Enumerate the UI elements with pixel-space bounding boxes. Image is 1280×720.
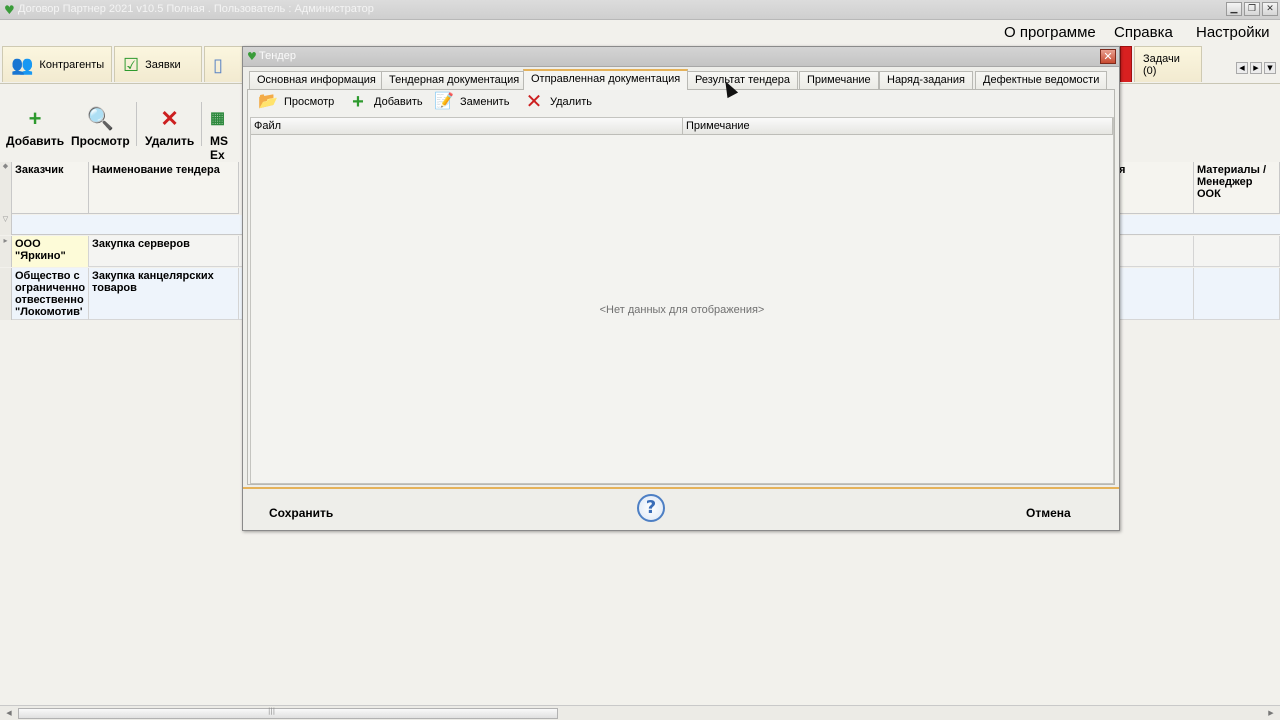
scroll-left-icon[interactable]: ◀ [2, 708, 16, 719]
tab-main-info[interactable]: Основная информация [249, 71, 384, 89]
replace-file-label: Заменить [460, 96, 510, 108]
delete-button[interactable]: ✕ Удалить [145, 106, 194, 148]
menu-settings[interactable]: Настройки [1196, 24, 1270, 41]
cell-materials [1194, 268, 1280, 320]
toolbar-separator [201, 102, 202, 146]
cancel-button[interactable]: Отмена [1026, 506, 1071, 520]
delete-x-icon: ✕ [160, 106, 179, 131]
module-tab-contractors[interactable]: 👥 Контрагенты [2, 46, 112, 82]
dialog-footer: Сохранить ? Отмена [243, 487, 1119, 530]
document-edit-icon: 📝 [434, 93, 454, 110]
tender-dialog: ♥ Тендер ✕ Основная информация Тендерная… [242, 46, 1120, 531]
module-tab-tasks[interactable]: Задачи (0) [1134, 46, 1202, 82]
scroll-right-icon[interactable]: ▶ [1264, 708, 1278, 719]
help-icon[interactable]: ? [637, 494, 665, 522]
cell-customer: Общество с ограниченно отвественно "Локо… [12, 268, 89, 320]
tab-tender-docs[interactable]: Тендерная документация [381, 71, 528, 89]
cell-partial [1116, 236, 1194, 267]
checklist-icon: ☑ [123, 54, 140, 75]
column-header-customer[interactable]: Заказчик [12, 162, 89, 214]
tab-panel-sent-docs: 📂 Просмотр + Добавить 📝 Заменить ✕ Удали… [247, 89, 1115, 485]
column-header-tender-name[interactable]: Наименование тендера [89, 162, 239, 214]
view-button[interactable]: 🔍 Просмотр [71, 106, 130, 148]
menu-about[interactable]: О программе [1004, 24, 1096, 41]
dialog-close-icon[interactable]: ✕ [1100, 49, 1116, 64]
add-file-button[interactable]: + Добавить [348, 91, 423, 113]
window-title: Договор Партнер 2021 v10.5 Полная . Поль… [18, 3, 374, 15]
excel-icon: ▦ [210, 110, 226, 127]
horizontal-scrollbar[interactable]: ◀ ||| ▶ [0, 705, 1280, 720]
row-indicator-icon: ▸ [0, 236, 12, 267]
excel-button-label: MS Ex [210, 134, 228, 162]
grid-corner: ◆ [0, 162, 12, 215]
document-icon: ▯ [213, 54, 223, 75]
people-icon: 👥 [11, 54, 34, 75]
view-file-button[interactable]: 📂 Просмотр [258, 94, 334, 110]
view-file-label: Просмотр [284, 96, 335, 108]
replace-file-button[interactable]: 📝 Заменить [434, 94, 509, 110]
scrollbar-grip-icon: ||| [268, 707, 276, 715]
module-tab-label: Контрагенты [39, 58, 105, 71]
dialog-titlebar: ♥ Тендер ✕ [243, 47, 1119, 67]
tab-note[interactable]: Примечание [799, 71, 879, 89]
delete-x-icon: ✕ [525, 91, 543, 113]
save-button[interactable]: Сохранить [269, 506, 333, 520]
cell-tender: Закупка серверов [89, 236, 239, 267]
excel-export-button[interactable]: ▦ MS Ex [210, 106, 245, 162]
window-titlebar: ♥ Договор Партнер 2021 v10.5 Полная . По… [0, 0, 1280, 20]
files-grid: Файл Примечание <Нет данных для отображе… [250, 117, 1114, 484]
column-header-note[interactable]: Примечание [683, 118, 1113, 135]
plus-icon: + [352, 91, 364, 113]
minimize-icon[interactable]: ▁ [1226, 2, 1242, 16]
column-header-materials-manager[interactable]: Материалы / Менеджер ООК [1194, 162, 1280, 214]
cell-customer: ООО "Яркино" [12, 236, 89, 267]
toolbar-separator [136, 102, 137, 146]
row-indicator [0, 268, 12, 320]
arrow-left-icon[interactable]: ◀ [1236, 62, 1248, 74]
delete-file-label: Удалить [550, 96, 592, 108]
delete-file-button[interactable]: ✕ Удалить [524, 91, 592, 113]
view-button-label: Просмотр [71, 134, 130, 148]
restore-icon[interactable]: ❐ [1244, 2, 1260, 16]
filter-icon[interactable]: ▽ [0, 215, 12, 235]
chevron-down-icon[interactable]: ▼ [1264, 62, 1276, 74]
empty-grid-message: <Нет данных для отображения> [599, 304, 765, 316]
module-tab-documents[interactable]: ▯ [204, 46, 244, 82]
magnifier-icon: 🔍 [86, 106, 115, 131]
top-menu: О программе Справка Настройки [0, 20, 1280, 44]
tab-work-orders[interactable]: Наряд-задания [879, 71, 973, 89]
add-file-label: Добавить [374, 96, 423, 108]
module-tab-label: Заявки [145, 58, 181, 71]
module-nav: ◀ ▶ ▼ [1236, 62, 1276, 74]
dialog-tabs: Основная информация Тендерная документац… [249, 69, 1115, 90]
cell-partial [1116, 268, 1194, 320]
dialog-toolbar: 📂 Просмотр + Добавить 📝 Заменить ✕ Удали… [248, 90, 1114, 116]
window-controls: ▁ ❐ ✕ [1226, 2, 1278, 16]
cell-materials [1194, 236, 1280, 267]
app-logo-icon: ♥ [247, 50, 257, 63]
column-header-partial[interactable]: я [1116, 162, 1194, 214]
tab-defect-lists[interactable]: Дефектные ведомости [975, 71, 1108, 89]
dialog-title: Тендер [259, 50, 296, 62]
arrow-right-icon[interactable]: ▶ [1250, 62, 1262, 74]
plus-icon: + [28, 106, 42, 131]
cell-tender: Закупка канцелярских товаров [89, 268, 239, 320]
folder-icon: 📂 [258, 93, 278, 110]
menu-help[interactable]: Справка [1114, 24, 1173, 41]
tab-sent-docs[interactable]: Отправленная документация [523, 69, 689, 90]
add-button-label: Добавить [6, 134, 65, 148]
column-header-file[interactable]: Файл [251, 118, 683, 135]
add-button[interactable]: + Добавить [6, 106, 64, 148]
delete-button-label: Удалить [145, 134, 195, 148]
close-icon[interactable]: ✕ [1262, 2, 1278, 16]
main-toolbar: + Добавить 🔍 Просмотр ✕ Удалить ▦ MS Ex [0, 100, 245, 162]
module-tab-label: Задачи (0) [1143, 52, 1180, 77]
module-tab-alert[interactable] [1120, 46, 1132, 82]
tab-tender-result[interactable]: Результат тендера [687, 71, 798, 89]
module-tab-requests[interactable]: ☑ Заявки [114, 46, 202, 82]
app-logo-icon: ♥ [4, 3, 15, 17]
scrollbar-thumb[interactable] [18, 708, 558, 719]
